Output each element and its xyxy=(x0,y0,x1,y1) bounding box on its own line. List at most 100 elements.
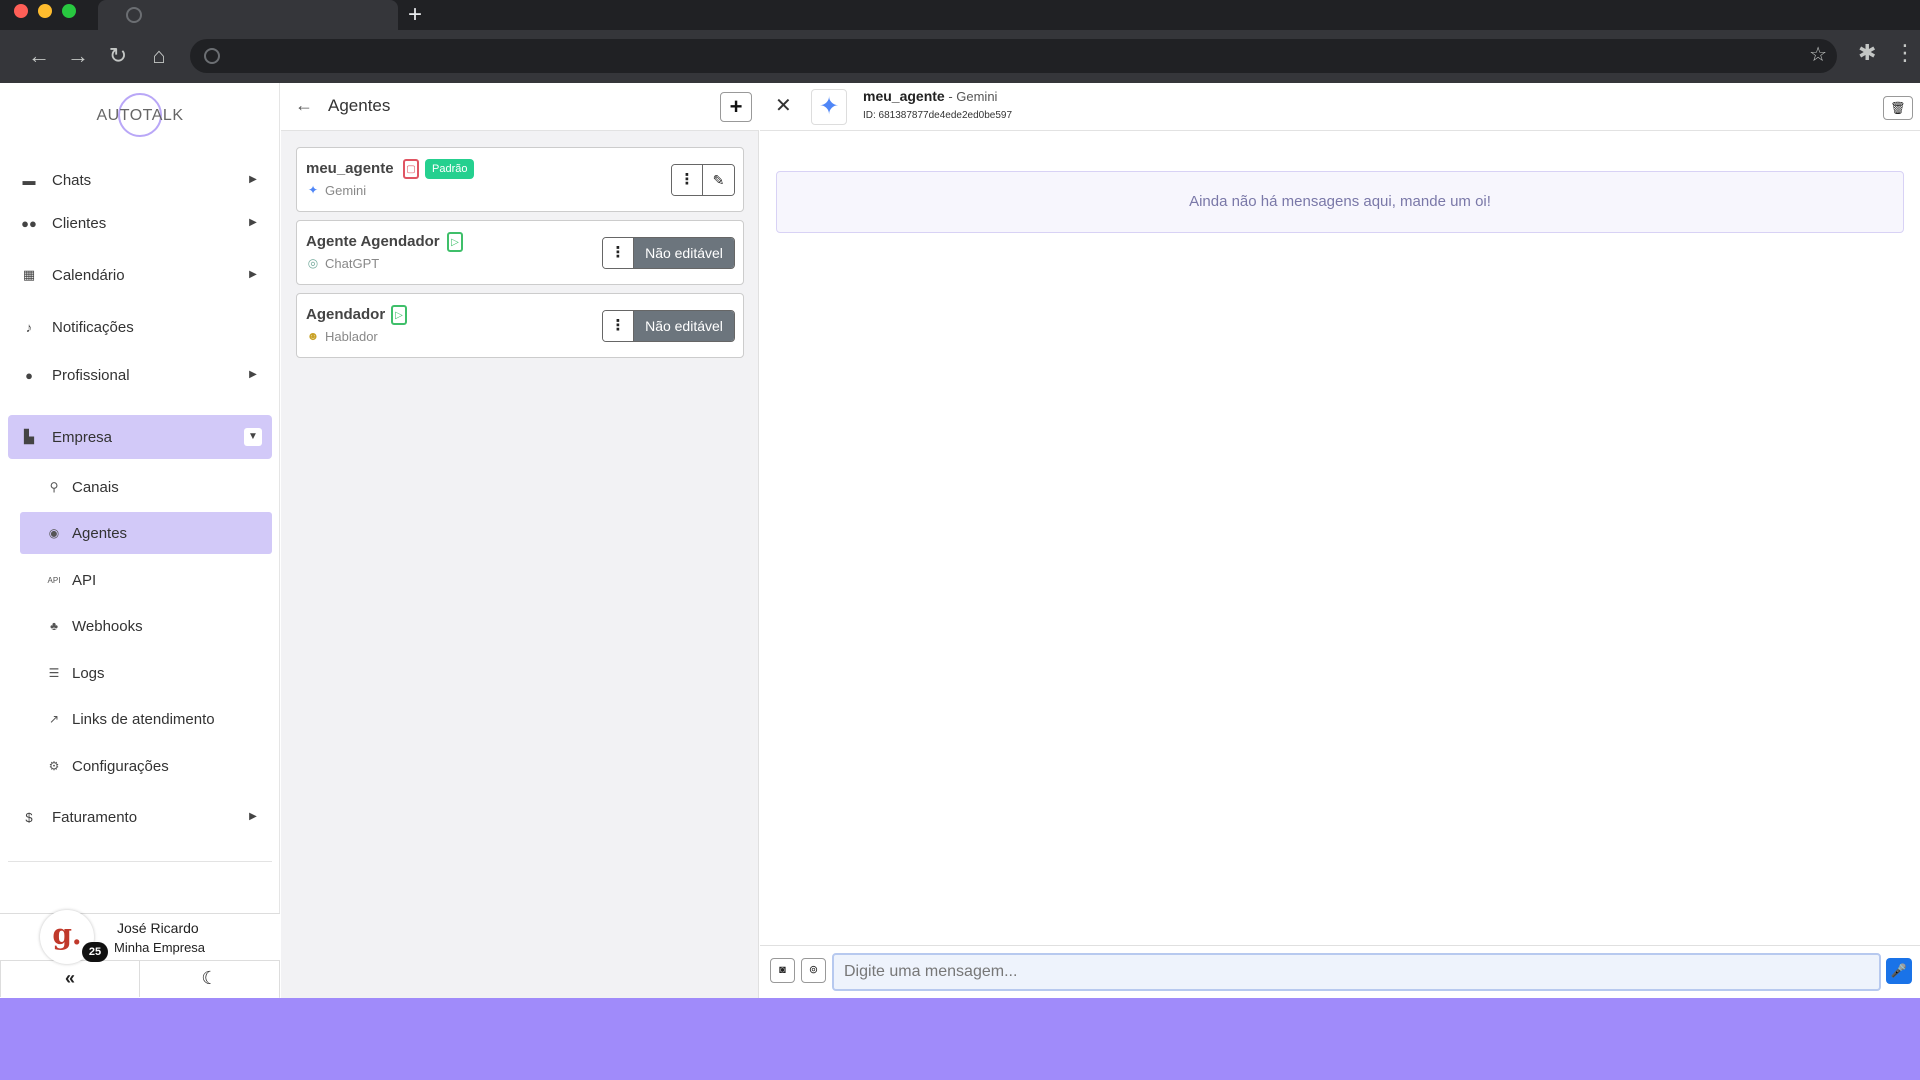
caret-right-icon[interactable]: ▶ xyxy=(244,171,262,189)
sidebar-item-calendario[interactable]: ▦ Calendário ▶ xyxy=(8,253,272,297)
agents-header: ← Agentes + xyxy=(281,83,759,131)
sidebar-item-faturamento[interactable]: $ Faturamento ▶ xyxy=(8,795,272,839)
sidebar-item-empresa[interactable]: ▙ Empresa ▼ xyxy=(8,415,272,459)
sidebar-subitem-label: Configurações xyxy=(72,757,169,775)
extensions-puzzle-icon[interactable]: ✱ xyxy=(1858,40,1876,66)
caret-right-icon[interactable]: ▶ xyxy=(244,366,262,384)
caret-right-icon[interactable]: ▶ xyxy=(244,214,262,232)
kebab-menu-icon[interactable]: ⋮ xyxy=(672,165,703,195)
kebab-menu-icon[interactable]: ⋮ xyxy=(603,311,634,341)
browser-menu-icon[interactable]: ⋮ xyxy=(1894,40,1916,66)
forward-arrow-icon[interactable]: → xyxy=(63,41,93,71)
sidebar-item-notificacoes[interactable]: ♪ Notificações xyxy=(8,305,272,349)
webhook-icon: ♣ xyxy=(50,619,58,633)
globe-icon xyxy=(204,48,220,64)
sidebar-item-label: Empresa xyxy=(52,428,113,446)
message-input[interactable] xyxy=(832,953,1881,991)
building-icon: ▙ xyxy=(24,429,34,444)
window-minimize-button[interactable] xyxy=(38,4,52,18)
calendar-icon: ▦ xyxy=(22,267,36,282)
api-icon: API xyxy=(47,575,61,585)
sidebar-item-profissional[interactable]: ● Profissional ▶ xyxy=(8,353,272,397)
edit-icon[interactable]: ✎ xyxy=(703,165,734,195)
autotalk-logo[interactable]: AUTOTALK xyxy=(95,93,185,139)
caret-right-icon[interactable]: ▶ xyxy=(244,808,262,826)
chat-agent-provider: - Gemini xyxy=(944,89,998,104)
new-tab-plus-icon[interactable]: + xyxy=(408,2,422,28)
agent-card[interactable]: meu_agente ▢ Padrão ✦ Gemini ⋮ ✎ xyxy=(296,147,744,212)
caret-down-icon[interactable]: ▼ xyxy=(244,428,262,446)
caret-right-icon[interactable]: ▶ xyxy=(244,266,262,284)
home-icon[interactable]: ⌂ xyxy=(144,41,174,71)
microphone-icon[interactable]: 🎤 xyxy=(1886,958,1912,984)
window-close-button[interactable] xyxy=(14,4,28,18)
notification-count-badge: 25 xyxy=(82,942,108,962)
agent-name: meu_agente xyxy=(306,160,394,177)
agent-card[interactable]: Agente Agendador ▷ ◎ ChatGPT ⋮ Não editá… xyxy=(296,220,744,285)
theme-toggle-button[interactable]: ☾ xyxy=(140,961,280,997)
sidebar-item-chats[interactable]: ▬ Chats ▶ xyxy=(8,158,272,202)
agent-provider: ChatGPT xyxy=(325,256,380,271)
hablador-icon: ☻ xyxy=(306,329,320,343)
add-agent-button[interactable]: + xyxy=(720,92,752,122)
sidebar-item-label: Chats xyxy=(52,171,92,189)
agents-panel: ← Agentes + meu_agente ▢ Padrão ✦ Gemini… xyxy=(281,83,759,998)
sidebar-item-label: Faturamento xyxy=(52,808,138,826)
agent-name: Agente Agendador xyxy=(306,233,440,250)
sidebar-subitem-configuracoes[interactable]: ⚙ Configurações xyxy=(20,745,272,787)
sidebar-subitem-canais[interactable]: ⚲ Canais xyxy=(20,466,272,508)
sidebar-subitem-links-de-atendimento[interactable]: ↗ Links de atendimento xyxy=(20,698,272,740)
robot-icon: ◉ xyxy=(48,526,60,540)
play-status-icon: ▷ xyxy=(391,305,407,325)
default-badge: Padrão xyxy=(425,159,475,179)
user-profile[interactable]: g. 25 José Ricardo Minha Empresa xyxy=(0,910,280,964)
trash-icon[interactable]: 🗑 xyxy=(1883,96,1913,120)
dollar-icon: $ xyxy=(25,809,33,825)
reload-icon[interactable]: ↻ xyxy=(103,41,133,71)
globe-icon xyxy=(126,7,142,23)
camera-icon[interactable]: ◙ xyxy=(770,958,795,983)
agent-actions: ⋮ Não editável xyxy=(602,237,735,269)
bookmark-star-icon[interactable]: ☆ xyxy=(1809,42,1827,67)
double-chevron-left-icon: « xyxy=(64,968,75,988)
close-icon[interactable]: ✕ xyxy=(775,93,792,118)
sidebar-item-clientes[interactable]: ●● Clientes ▶ xyxy=(8,201,272,245)
address-bar[interactable]: ☆ xyxy=(190,39,1837,73)
moon-icon: ☾ xyxy=(201,968,218,988)
chat-agent-name: meu_agente xyxy=(863,88,945,104)
back-arrow-icon[interactable]: ← xyxy=(295,95,313,116)
browser-tab[interactable] xyxy=(98,0,398,30)
agent-provider: Gemini xyxy=(325,183,367,198)
stop-status-icon: ▢ xyxy=(403,159,419,179)
back-arrow-icon[interactable]: ← xyxy=(24,41,54,71)
agent-actions: ⋮ Não editável xyxy=(602,310,735,342)
sidebar-subitem-logs[interactable]: ☰ Logs xyxy=(20,652,272,694)
logo-text: AUTOTALK xyxy=(96,107,184,124)
users-icon: ●● xyxy=(21,215,37,231)
browser-tab-bar: + xyxy=(0,0,1920,30)
satellite-icon: ⚲ xyxy=(49,480,59,494)
agent-card[interactable]: Agendador ▷ ☻ Hablador ⋮ Não editável xyxy=(296,293,744,358)
user-company: Minha Empresa xyxy=(114,940,206,955)
sidebar-subitem-agentes[interactable]: ◉ Agentes xyxy=(20,512,272,554)
sidebar-subitem-label: Canais xyxy=(72,478,119,496)
sidebar-item-label: Profissional xyxy=(52,366,130,384)
sidebar-subitem-api[interactable]: API API xyxy=(20,559,272,601)
not-editable-button: Não editável xyxy=(634,238,734,268)
kebab-menu-icon[interactable]: ⋮ xyxy=(603,238,634,268)
sidebar-subitem-webhooks[interactable]: ♣ Webhooks xyxy=(20,605,272,647)
bell-icon: ♪ xyxy=(25,319,33,335)
not-editable-button: Não editável xyxy=(634,311,734,341)
sidebar-item-label: Clientes xyxy=(52,214,107,232)
chat-agent-id: ID: 681387877de4ede2ed0be597 xyxy=(863,110,1013,121)
empty-chat-message: Ainda não há mensagens aqui, mande um oi… xyxy=(776,171,1904,233)
window-maximize-button[interactable] xyxy=(62,4,76,18)
collapse-sidebar-button[interactable]: « xyxy=(0,961,140,997)
attachment-icon[interactable]: ⊚ xyxy=(801,958,826,983)
agent-provider: Hablador xyxy=(325,329,378,344)
chat-agent-title: meu_agente - Gemini xyxy=(863,88,997,104)
agent-name: Agendador xyxy=(306,306,386,323)
app-window: AUTOTALK ▬ Chats ▶ ●● Clientes ▶ ▦ Calen… xyxy=(0,83,1920,998)
user-name: José Ricardo xyxy=(117,920,199,936)
chat-panel: ✕ ✦ meu_agente - Gemini ID: 681387877de4… xyxy=(760,83,1920,998)
